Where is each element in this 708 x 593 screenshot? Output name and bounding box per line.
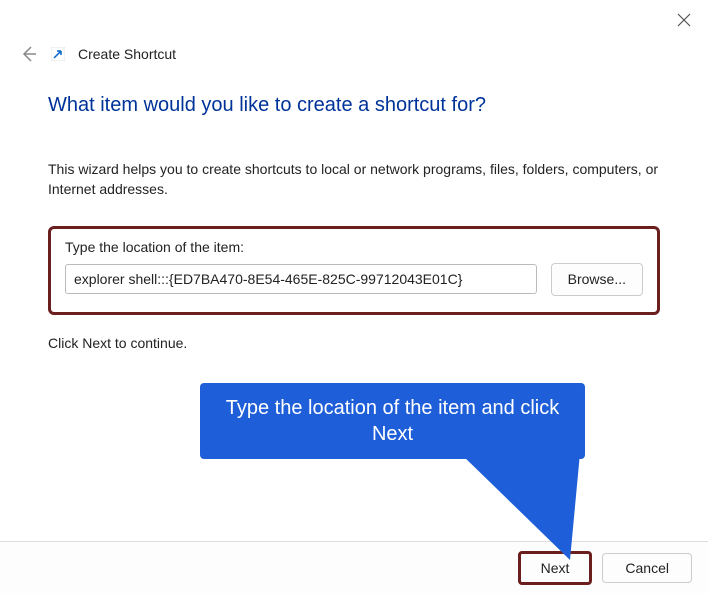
footer-bar: Next Cancel [0,541,708,593]
location-input[interactable] [65,264,537,294]
titlebar [0,0,708,40]
shortcut-icon [50,46,66,62]
create-shortcut-wizard: Create Shortcut What item would you like… [0,0,708,593]
close-icon [677,13,691,27]
page-heading: What item would you like to create a sho… [48,94,660,117]
content-area: What item would you like to create a sho… [0,64,708,351]
callout-text: Type the location of the item and click … [200,383,585,459]
cancel-button[interactable]: Cancel [602,553,692,583]
arrow-left-icon [19,45,37,63]
browse-button[interactable]: Browse... [551,263,643,296]
location-label: Type the location of the item: [65,239,643,255]
location-input-section: Type the location of the item: Browse... [48,226,660,315]
continue-instruction: Click Next to continue. [48,335,660,351]
wizard-description: This wizard helps you to create shortcut… [48,159,660,200]
header-row: Create Shortcut [0,44,708,64]
callout-arrow-icon [400,452,600,572]
back-button[interactable] [18,44,38,64]
window-title: Create Shortcut [78,46,176,62]
input-row: Browse... [65,263,643,296]
close-button[interactable] [674,10,694,30]
annotation-callout: Type the location of the item and click … [200,383,585,459]
